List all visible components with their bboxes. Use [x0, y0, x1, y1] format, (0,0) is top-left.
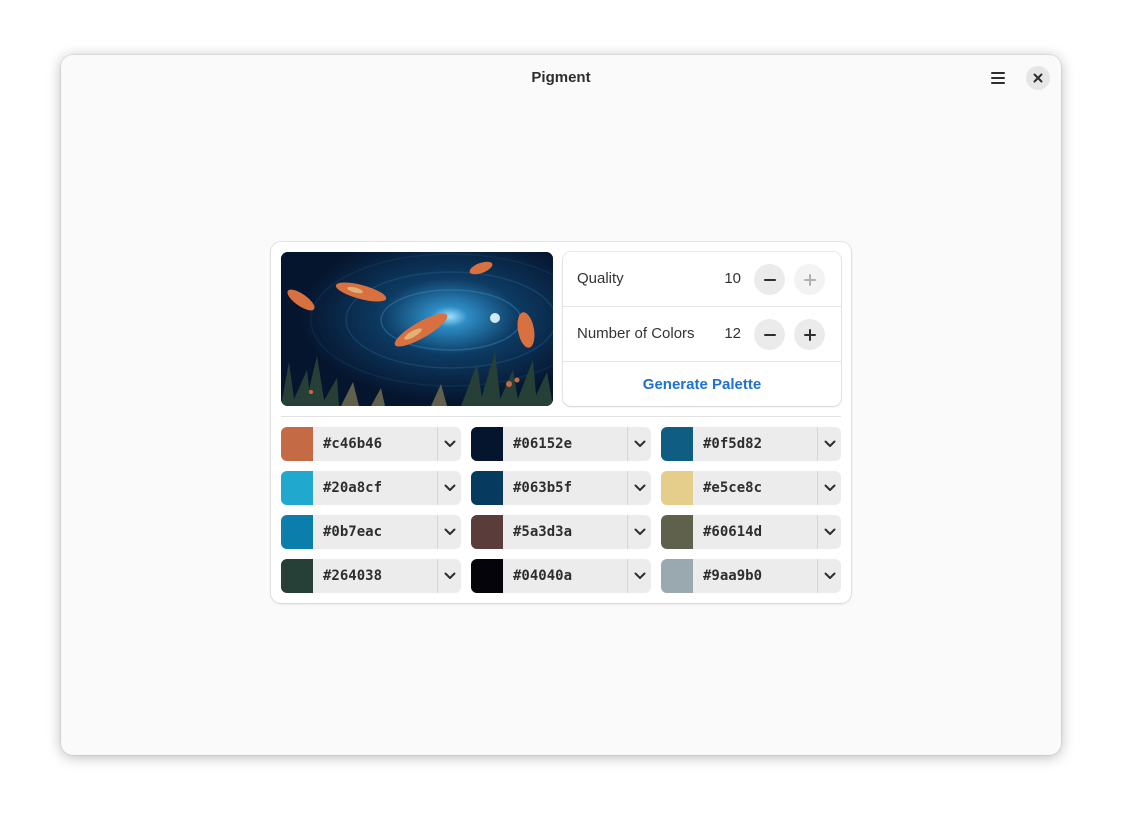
color-swatch[interactable]: #0b7eac [281, 515, 461, 549]
chevron-down-icon [444, 484, 455, 491]
color-chip [281, 559, 313, 593]
swatch-dropdown-button[interactable] [628, 471, 651, 505]
number-of-colors-label: Number of Colors [577, 325, 695, 342]
swatch-dropdown-button[interactable] [628, 427, 651, 461]
chevron-down-icon [824, 528, 835, 535]
window-title: Pigment [531, 69, 591, 86]
color-swatch[interactable]: #c46b46 [281, 427, 461, 461]
color-swatch[interactable]: #0f5d82 [661, 427, 841, 461]
swatch-dropdown-button[interactable] [818, 427, 841, 461]
color-hex[interactable]: #5a3d3a [513, 524, 572, 540]
colors-decrease-button[interactable] [754, 319, 785, 350]
color-swatch[interactable]: #9aa9b0 [661, 559, 841, 593]
color-swatch[interactable]: #04040a [471, 559, 651, 593]
color-hex[interactable]: #e5ce8c [703, 480, 762, 496]
chevron-down-icon [444, 440, 455, 447]
color-chip [471, 471, 503, 505]
color-hex[interactable]: #20a8cf [323, 480, 382, 496]
quality-label: Quality [577, 270, 624, 287]
color-swatch[interactable]: #60614d [661, 515, 841, 549]
swatch-dropdown-button[interactable] [438, 515, 461, 549]
color-chip [471, 559, 503, 593]
minus-icon [763, 333, 776, 336]
color-swatch[interactable]: #063b5f [471, 471, 651, 505]
swatch-dropdown-button[interactable] [438, 559, 461, 593]
color-swatch[interactable]: #e5ce8c [661, 471, 841, 505]
chevron-down-icon [634, 572, 645, 579]
chevron-down-icon [634, 440, 645, 447]
swatch-dropdown-button[interactable] [628, 559, 651, 593]
color-hex[interactable]: #06152e [513, 436, 572, 452]
chevron-down-icon [444, 528, 455, 535]
palette-card: Quality 10 Number of Colors 12 Generate … [271, 242, 851, 603]
chevron-down-icon [444, 572, 455, 579]
color-hex[interactable]: #c46b46 [323, 436, 382, 452]
quality-decrease-button[interactable] [754, 264, 785, 295]
color-hex[interactable]: #264038 [323, 568, 382, 584]
color-chip [471, 427, 503, 461]
source-image [281, 252, 553, 406]
quality-row: Quality 10 [563, 252, 841, 307]
color-chip [281, 427, 313, 461]
swatch-dropdown-button[interactable] [628, 515, 651, 549]
close-button[interactable] [1026, 66, 1050, 90]
color-hex[interactable]: #9aa9b0 [703, 568, 762, 584]
colors-increase-button[interactable] [794, 319, 825, 350]
color-chip [281, 515, 313, 549]
settings-group: Quality 10 Number of Colors 12 Generate … [563, 252, 841, 406]
color-chip [661, 427, 693, 461]
quality-increase-button[interactable] [794, 264, 825, 295]
color-swatch[interactable]: #20a8cf [281, 471, 461, 505]
plus-icon [803, 328, 816, 341]
generate-palette-button[interactable]: Generate Palette [563, 362, 841, 406]
color-hex[interactable]: #04040a [513, 568, 572, 584]
minus-icon [763, 278, 776, 281]
hamburger-menu-icon [991, 72, 1005, 84]
number-of-colors-value: 12 [724, 325, 741, 342]
color-swatch[interactable]: #264038 [281, 559, 461, 593]
color-chip [661, 559, 693, 593]
color-hex[interactable]: #0f5d82 [703, 436, 762, 452]
color-chip [281, 471, 313, 505]
chevron-down-icon [824, 440, 835, 447]
swatch-dropdown-button[interactable] [818, 559, 841, 593]
color-swatch[interactable]: #06152e [471, 427, 651, 461]
chevron-down-icon [634, 528, 645, 535]
app-window: Pigment Quality 10 Number of Colors 12 G… [61, 55, 1061, 755]
swatch-dropdown-button[interactable] [438, 471, 461, 505]
swatch-dropdown-button[interactable] [818, 471, 841, 505]
color-hex[interactable]: #0b7eac [323, 524, 382, 540]
swatch-dropdown-button[interactable] [818, 515, 841, 549]
main-menu-button[interactable] [986, 66, 1010, 90]
chevron-down-icon [634, 484, 645, 491]
chevron-down-icon [824, 484, 835, 491]
color-chip [661, 471, 693, 505]
color-chip [661, 515, 693, 549]
divider [281, 416, 841, 417]
close-icon [1033, 73, 1043, 83]
color-hex[interactable]: #063b5f [513, 480, 572, 496]
color-hex[interactable]: #60614d [703, 524, 762, 540]
color-chip [471, 515, 503, 549]
header-bar: Pigment [61, 55, 1061, 101]
plus-icon [803, 273, 816, 286]
color-swatch[interactable]: #5a3d3a [471, 515, 651, 549]
quality-value: 10 [724, 270, 741, 287]
number-of-colors-row: Number of Colors 12 [563, 307, 841, 362]
swatch-dropdown-button[interactable] [438, 427, 461, 461]
chevron-down-icon [824, 572, 835, 579]
